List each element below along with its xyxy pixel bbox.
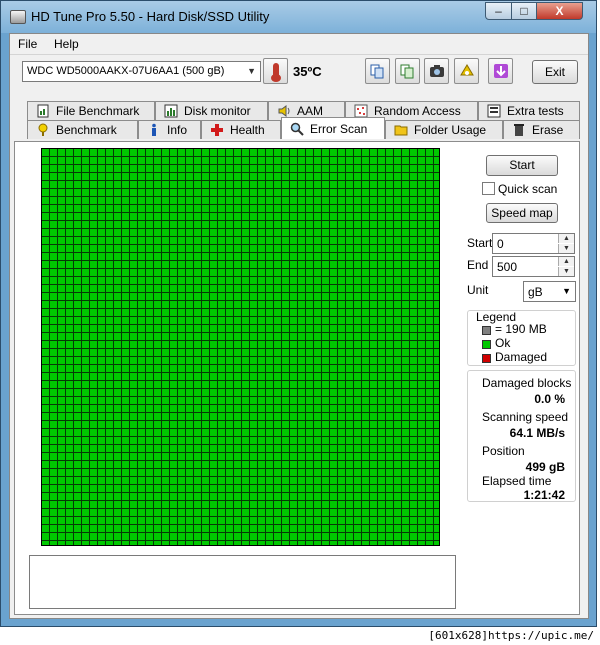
- scanning-speed-label: Scanning speed: [482, 410, 569, 424]
- tab-info[interactable]: Info: [138, 120, 201, 139]
- legend-damaged: Damaged: [495, 350, 548, 364]
- tab-label: Folder Usage: [414, 123, 487, 137]
- end-input-value: 500: [497, 260, 518, 274]
- tab-label: File Benchmark: [56, 104, 140, 118]
- temperature-readout: 35ºC: [293, 64, 322, 79]
- start-button[interactable]: Start: [486, 155, 558, 176]
- chevron-down-icon: ▼: [247, 66, 256, 76]
- damaged-blocks-label: Damaged blocks: [482, 376, 572, 390]
- save-button[interactable]: [488, 58, 513, 84]
- random-access-icon: [354, 104, 368, 118]
- save-icon: [493, 64, 508, 78]
- options-icon: [459, 64, 474, 76]
- speaker-icon: [277, 104, 291, 118]
- menu-bar: File Help: [10, 34, 588, 54]
- scan-block-grid: [41, 148, 440, 546]
- elapsed-time-value: 1:21:42: [523, 488, 565, 502]
- copy-info-icon: [370, 64, 384, 78]
- footer-text: [601x628]https://upic.me/: [428, 629, 594, 642]
- menu-help[interactable]: Help: [54, 37, 79, 51]
- exit-button[interactable]: Exit: [532, 60, 578, 84]
- legend-box: Legend = 190 MB Ok Damaged: [467, 310, 576, 366]
- tab-erase[interactable]: Erase: [503, 120, 580, 139]
- scan-log-box[interactable]: [29, 555, 456, 609]
- start-label: Start: [467, 236, 493, 250]
- close-button[interactable]: X: [536, 2, 583, 20]
- tab-file-benchmark[interactable]: File Benchmark: [27, 101, 155, 120]
- end-label: End: [467, 258, 489, 272]
- tab-health[interactable]: Health: [201, 120, 281, 139]
- trash-icon: [512, 123, 526, 137]
- damaged-blocks-value: 0.0 %: [534, 392, 565, 406]
- tab-label: AAM: [297, 104, 324, 118]
- elapsed-time-label: Elapsed time: [482, 474, 552, 488]
- tab-folder-usage[interactable]: Folder Usage: [385, 120, 503, 139]
- position-value: 499 gB: [525, 460, 565, 474]
- title-bar[interactable]: HD Tune Pro 5.50 - Hard Disk/SSD Utility…: [1, 1, 596, 33]
- tab-extra-tests[interactable]: Extra tests: [478, 101, 580, 120]
- file-benchmark-icon: [36, 104, 50, 118]
- drive-select-value: WDC WD5000AAKX-07U6AA1 (500 gB): [27, 65, 225, 77]
- legend-ok: Ok: [495, 336, 511, 350]
- tab-label: Disk monitor: [184, 104, 251, 118]
- end-input[interactable]: 500 ▲ ▼: [492, 256, 575, 277]
- block-size-swatch: [482, 326, 491, 335]
- tab-error-scan[interactable]: Error Scan: [281, 117, 385, 139]
- unit-select[interactable]: gB ▼: [523, 281, 576, 302]
- thermometer-icon[interactable]: [263, 58, 288, 84]
- magnifier-icon: [290, 122, 304, 136]
- screenshot-button[interactable]: [424, 58, 449, 84]
- start-input[interactable]: 0 ▲ ▼: [492, 233, 575, 254]
- divider: [10, 54, 588, 55]
- options-button[interactable]: [454, 58, 479, 84]
- tab-label: Health: [230, 123, 265, 137]
- tab-label: Info: [167, 123, 188, 137]
- error-scan-panel: Start Quick scan Speed map Start 0 ▲ ▼ E…: [14, 141, 580, 615]
- tab-benchmark[interactable]: Benchmark: [27, 120, 138, 139]
- screenshot-icon: [429, 65, 444, 77]
- position-label: Position: [482, 444, 525, 458]
- tab-label: Random Access: [374, 104, 461, 118]
- unit-select-value: gB: [528, 285, 543, 299]
- scanning-speed-value: 64.1 MB/s: [509, 426, 565, 440]
- health-cross-icon: [210, 123, 224, 137]
- app-window: HD Tune Pro 5.50 - Hard Disk/SSD Utility…: [0, 0, 597, 627]
- start-input-value: 0: [497, 237, 504, 251]
- spin-down-icon[interactable]: ▼: [558, 244, 574, 253]
- folder-icon: [394, 123, 408, 137]
- chevron-down-icon: ▼: [562, 286, 571, 296]
- client-area: File Help WDC WD5000AAKX-07U6AA1 (500 gB…: [9, 33, 589, 619]
- tab-label: Erase: [532, 123, 564, 137]
- benchmark-icon: [36, 123, 50, 137]
- window-title: HD Tune Pro 5.50 - Hard Disk/SSD Utility: [31, 9, 270, 24]
- menu-file[interactable]: File: [18, 37, 37, 51]
- tab-label: Benchmark: [56, 123, 117, 137]
- copy-screen-button[interactable]: [395, 58, 420, 84]
- extra-tests-icon: [487, 104, 501, 118]
- ok-blocks: [42, 149, 439, 545]
- unit-label: Unit: [467, 283, 489, 297]
- tab-label: Extra tests: [507, 104, 564, 118]
- tab-label: Error Scan: [310, 121, 368, 136]
- speed-map-button[interactable]: Speed map: [486, 203, 558, 223]
- copy-info-button[interactable]: [365, 58, 390, 84]
- spin-up-icon[interactable]: ▲: [558, 257, 574, 266]
- quick-scan-label: Quick scan: [498, 182, 558, 196]
- image-host-footer: [601x628]https://upic.me/: [0, 627, 600, 645]
- damaged-swatch: [482, 354, 491, 363]
- ok-swatch: [482, 340, 491, 349]
- drive-select[interactable]: WDC WD5000AAKX-07U6AA1 (500 gB) ▼: [22, 61, 261, 82]
- app-icon: [10, 10, 26, 24]
- maximize-button[interactable]: □: [511, 2, 537, 20]
- disk-monitor-icon: [164, 104, 178, 118]
- stats-box: Damaged blocks 0.0 % Scanning speed 64.1…: [467, 370, 576, 502]
- tab-disk-monitor[interactable]: Disk monitor: [155, 101, 268, 120]
- copy-screen-icon: [400, 64, 414, 78]
- spin-down-icon[interactable]: ▼: [558, 267, 574, 276]
- legend-block-size: = 190 MB: [495, 322, 547, 336]
- minimize-button[interactable]: –: [485, 2, 512, 20]
- quick-scan-checkbox[interactable]: [482, 182, 495, 195]
- info-icon: [147, 123, 161, 137]
- spin-up-icon[interactable]: ▲: [558, 234, 574, 243]
